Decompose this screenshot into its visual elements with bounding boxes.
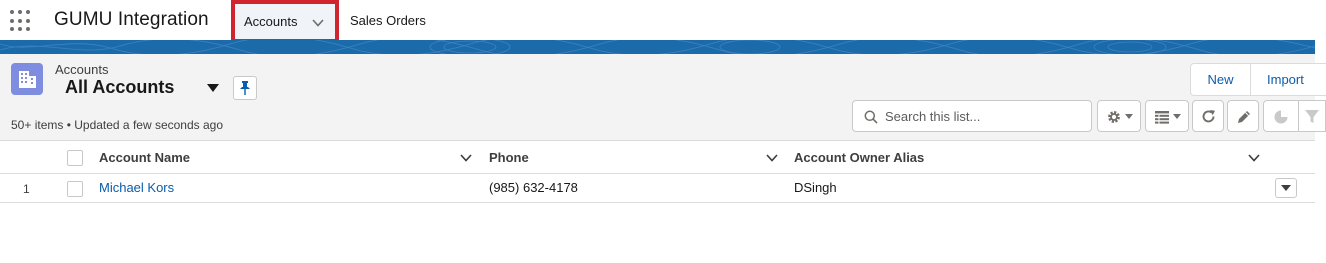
app-name: GUMU Integration: [54, 9, 209, 30]
filter-button[interactable]: [1298, 100, 1326, 132]
search-input[interactable]: [885, 107, 1085, 125]
banner-pattern: [0, 40, 1315, 54]
list-search: [852, 100, 1092, 132]
global-navigation: GUMU Integration Accounts Sales Orders: [0, 0, 1326, 43]
list-view-title[interactable]: All Accounts: [65, 77, 174, 98]
chevron-down-icon[interactable]: [311, 16, 325, 30]
phone-cell: (985) 632-4178: [489, 180, 578, 195]
tab-accounts-label: Accounts: [244, 14, 298, 29]
owner-alias-cell: DSingh: [794, 180, 837, 195]
display-as-button[interactable]: [1145, 100, 1189, 132]
list-settings-button[interactable]: [1097, 100, 1141, 132]
import-button[interactable]: Import: [1251, 63, 1326, 96]
refresh-icon: [1202, 110, 1215, 123]
table-row: 1 Michael Kors (985) 632-4178 DSingh: [0, 174, 1315, 203]
pencil-icon: [1238, 111, 1250, 123]
row-number: 1: [23, 182, 30, 196]
caret-down-icon: [1125, 114, 1133, 119]
column-header-owner-alias[interactable]: Account Owner Alias: [794, 150, 924, 165]
chevron-down-icon[interactable]: [459, 152, 473, 164]
table-header: Account Name Phone Account Owner Alias: [0, 141, 1315, 174]
chart-icon: [1274, 110, 1288, 124]
list-actions: New Import: [1190, 63, 1326, 96]
select-all-checkbox[interactable]: [67, 150, 83, 166]
pin-icon: [240, 81, 250, 95]
pin-list-button[interactable]: [233, 76, 257, 100]
tab-accounts[interactable]: Accounts: [231, 0, 339, 43]
list-view-meta: 50+ items • Updated a few seconds ago: [11, 118, 223, 132]
charts-button[interactable]: [1263, 100, 1299, 132]
column-header-account-name[interactable]: Account Name: [99, 150, 190, 165]
gear-icon: [1108, 111, 1120, 123]
account-object-icon: [11, 63, 43, 95]
caret-down-icon: [1173, 114, 1181, 119]
row-checkbox[interactable]: [67, 181, 83, 197]
new-button[interactable]: New: [1190, 63, 1251, 96]
chevron-down-icon[interactable]: [765, 152, 779, 164]
account-name-link[interactable]: Michael Kors: [99, 180, 174, 195]
row-actions-button[interactable]: [1275, 178, 1297, 198]
column-header-phone[interactable]: Phone: [489, 150, 529, 165]
refresh-button[interactable]: [1192, 100, 1224, 132]
filter-icon: [1305, 110, 1319, 123]
caret-down-icon[interactable]: [206, 83, 220, 93]
search-icon: [864, 110, 878, 124]
app-launcher-icon[interactable]: [10, 10, 32, 32]
table-view-icon: [1155, 111, 1169, 124]
branding-banner: [0, 40, 1315, 54]
inline-edit-button[interactable]: [1227, 100, 1259, 132]
tab-sales-orders[interactable]: Sales Orders: [350, 13, 426, 28]
list-view-header: Accounts All Accounts 50+ items • Update…: [0, 54, 1326, 141]
object-label: Accounts: [55, 62, 109, 77]
chevron-down-icon[interactable]: [1247, 152, 1261, 164]
caret-down-icon: [1281, 185, 1291, 191]
